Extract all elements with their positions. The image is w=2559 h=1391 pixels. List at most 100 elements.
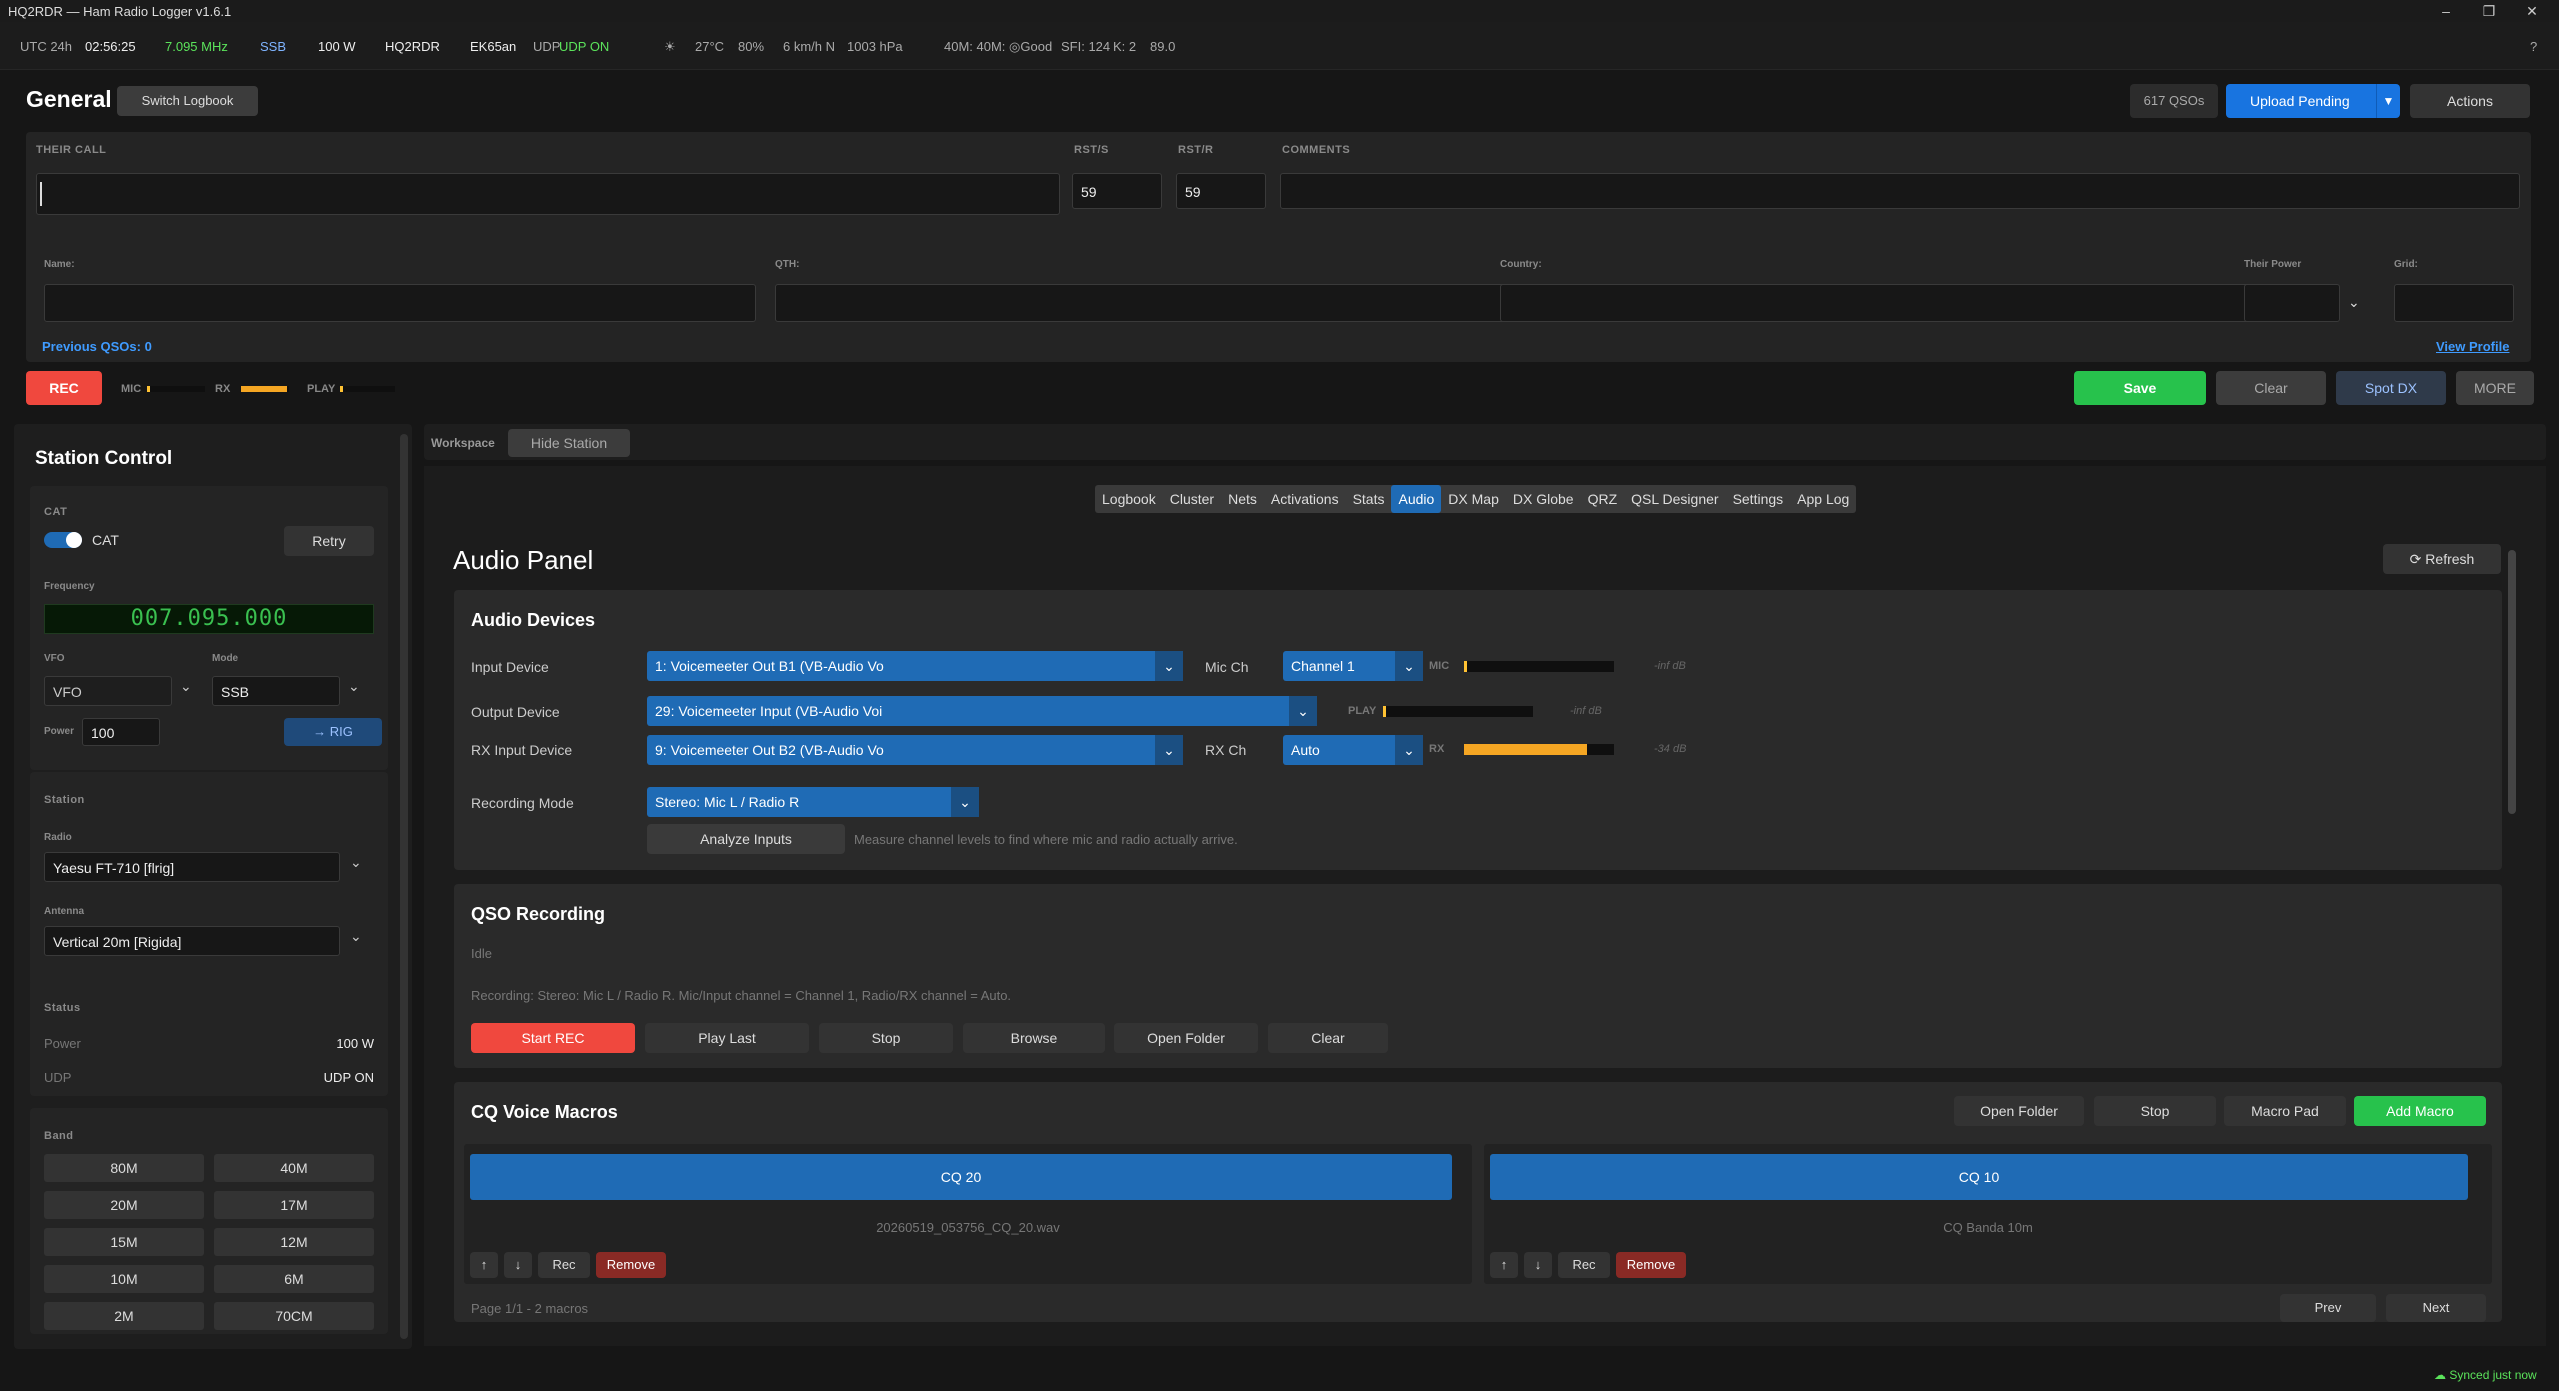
status-mode: SSB: [260, 39, 287, 54]
tab-stats[interactable]: Stats: [1346, 485, 1392, 513]
maximize-icon[interactable]: ❐: [2466, 0, 2512, 22]
antenna-select[interactable]: Vertical 20m [Rigida]: [44, 926, 340, 956]
arrow-down-icon[interactable]: ↓: [1524, 1252, 1552, 1278]
macro-remove-button[interactable]: Remove: [596, 1252, 666, 1278]
mode-chevron-icon[interactable]: ⌄: [348, 678, 360, 695]
tab-dx-map[interactable]: DX Map: [1441, 485, 1506, 513]
add-macro-button[interactable]: Add Macro: [2354, 1096, 2486, 1126]
comments-input[interactable]: [1280, 173, 2520, 209]
arrow-up-icon[interactable]: ↑: [1490, 1252, 1518, 1278]
close-icon[interactable]: ✕: [2509, 0, 2555, 22]
tab-settings[interactable]: Settings: [1726, 485, 1791, 513]
stop-recording-button[interactable]: Stop: [819, 1023, 953, 1053]
tab-dx-globe[interactable]: DX Globe: [1506, 485, 1581, 513]
macro-rec-button[interactable]: Rec: [1558, 1252, 1610, 1278]
workspace-scrollbar[interactable]: [2508, 550, 2516, 814]
minimize-icon[interactable]: –: [2423, 0, 2469, 22]
macro-remove-button[interactable]: Remove: [1616, 1252, 1686, 1278]
recording-mode-select[interactable]: Stereo: Mic L / Radio R ⌄: [647, 787, 979, 817]
rx-channel-select[interactable]: Auto ⌄: [1283, 735, 1423, 765]
power-input[interactable]: 100: [82, 718, 160, 746]
their-power-input[interactable]: [2244, 284, 2340, 322]
rsts-input[interactable]: 59: [1072, 173, 1162, 209]
chevron-down-icon[interactable]: ⌄: [2348, 294, 2360, 311]
switch-logbook-button[interactable]: Switch Logbook: [117, 86, 258, 116]
output-device-label: Output Device: [471, 704, 560, 720]
more-button[interactable]: MORE: [2456, 371, 2534, 405]
rec-button[interactable]: REC: [26, 371, 102, 405]
band-button-17m[interactable]: 17M: [214, 1191, 374, 1219]
analyze-inputs-button[interactable]: Analyze Inputs: [647, 824, 845, 854]
sidebar-scrollbar[interactable]: [400, 434, 408, 1339]
band-button-80m[interactable]: 80M: [44, 1154, 204, 1182]
tab-audio[interactable]: Audio: [1391, 485, 1442, 513]
macro-pad-button[interactable]: Macro Pad: [2224, 1096, 2346, 1126]
band-button-15m[interactable]: 15M: [44, 1228, 204, 1256]
rstr-input[interactable]: 59: [1176, 173, 1266, 209]
clear-recording-button[interactable]: Clear: [1268, 1023, 1388, 1053]
band-button-12m[interactable]: 12M: [214, 1228, 374, 1256]
browse-button[interactable]: Browse: [963, 1023, 1105, 1053]
tab-activations[interactable]: Activations: [1264, 485, 1346, 513]
mic-level-label: MIC: [1429, 660, 1450, 672]
workspace-label: Workspace: [431, 436, 495, 450]
previous-qsos[interactable]: Previous QSOs: 0: [42, 339, 152, 354]
vfo-select[interactable]: VFO: [44, 676, 172, 706]
name-input[interactable]: [44, 284, 756, 322]
arrow-up-icon[interactable]: ↑: [470, 1252, 498, 1278]
cat-toggle[interactable]: [44, 532, 82, 548]
band-button-2m[interactable]: 2M: [44, 1302, 204, 1330]
radio-chevron-icon[interactable]: ⌄: [350, 854, 362, 871]
vfo-chevron-icon[interactable]: ⌄: [180, 678, 192, 695]
clear-button[interactable]: Clear: [2216, 371, 2326, 405]
arrow-down-icon[interactable]: ↓: [504, 1252, 532, 1278]
macro-play-button[interactable]: CQ 20: [470, 1154, 1452, 1200]
tab-logbook[interactable]: Logbook: [1095, 485, 1163, 513]
start-rec-button[interactable]: Start REC: [471, 1023, 635, 1053]
output-device-select[interactable]: 29: Voicemeeter Input (VB-Audio Voi ⌄: [647, 696, 1317, 726]
macro-file: 20260519_053756_CQ_20.wav: [876, 1220, 1060, 1235]
band-button-70cm[interactable]: 70CM: [214, 1302, 374, 1330]
macro-rec-button[interactable]: Rec: [538, 1252, 590, 1278]
caret-down-icon[interactable]: ▼: [2376, 84, 2400, 118]
next-page-button[interactable]: Next: [2386, 1294, 2486, 1322]
hide-station-button[interactable]: Hide Station: [508, 429, 630, 457]
tab-nets[interactable]: Nets: [1221, 485, 1264, 513]
tab-app-log[interactable]: App Log: [1790, 485, 1856, 513]
spot-dx-button[interactable]: Spot DX: [2336, 371, 2446, 405]
grid-input[interactable]: [2394, 284, 2514, 322]
qth-input[interactable]: [775, 284, 1507, 322]
tab-qrz[interactable]: QRZ: [1581, 485, 1625, 513]
band-button-20m[interactable]: 20M: [44, 1191, 204, 1219]
upload-pending-button[interactable]: Upload Pending ▼: [2226, 84, 2400, 118]
band-button-40m[interactable]: 40M: [214, 1154, 374, 1182]
actions-button[interactable]: Actions: [2410, 84, 2530, 118]
macros-stop-button[interactable]: Stop: [2094, 1096, 2216, 1126]
antenna-chevron-icon[interactable]: ⌄: [350, 928, 362, 945]
band-button-6m[interactable]: 6M: [214, 1265, 374, 1293]
tab-cluster[interactable]: Cluster: [1163, 485, 1221, 513]
refresh-button[interactable]: ⟳ Refresh: [2383, 544, 2501, 574]
play-last-button[interactable]: Play Last: [645, 1023, 809, 1053]
radio-select[interactable]: Yaesu FT-710 [flrig]: [44, 852, 340, 882]
prev-page-button[interactable]: Prev: [2280, 1294, 2376, 1322]
save-button[interactable]: Save: [2074, 371, 2206, 405]
their-call-input[interactable]: [36, 173, 1060, 215]
rx-input-select[interactable]: 9: Voicemeeter Out B2 (VB-Audio Vo ⌄: [647, 735, 1183, 765]
title-bar: HQ2RDR — Ham Radio Logger v1.6.1 – ❐ ✕: [0, 0, 2559, 22]
weather-pressure: 1003 hPa: [847, 39, 903, 54]
send-to-rig-button[interactable]: → RIG: [284, 718, 382, 746]
macro-play-button[interactable]: CQ 10: [1490, 1154, 2468, 1200]
retry-button[interactable]: Retry: [284, 526, 374, 556]
mic-channel-select[interactable]: Channel 1 ⌄: [1283, 651, 1423, 681]
view-profile-link[interactable]: View Profile: [2436, 339, 2509, 354]
mode-select[interactable]: SSB: [212, 676, 340, 706]
status-udp-label: UDP: [44, 1070, 72, 1085]
band-button-10m[interactable]: 10M: [44, 1265, 204, 1293]
macros-open-folder-button[interactable]: Open Folder: [1954, 1096, 2084, 1126]
open-folder-button[interactable]: Open Folder: [1114, 1023, 1258, 1053]
country-input[interactable]: [1500, 284, 2252, 322]
help-icon[interactable]: ?: [2530, 39, 2537, 54]
tab-qsl-designer[interactable]: QSL Designer: [1624, 485, 1725, 513]
input-device-select[interactable]: 1: Voicemeeter Out B1 (VB-Audio Vo ⌄: [647, 651, 1183, 681]
